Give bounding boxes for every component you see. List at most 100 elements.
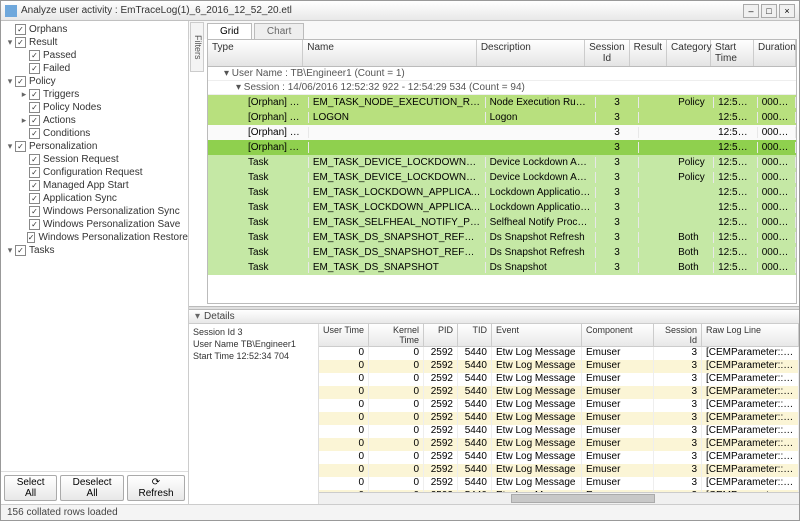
tree-node[interactable]: ▾✓Personalization [1,140,188,153]
dcol-raw[interactable]: Raw Log Line [702,324,799,346]
tree-node[interactable]: ✓Windows Personalization Restore [1,231,188,244]
grid-row[interactable]: TaskEM_TASK_SELFHEAL_NOTIFY_PROCESS_STOP… [208,215,796,230]
checkbox[interactable]: ✓ [29,167,40,178]
grid-row[interactable]: [Orphan] Policy Node312:52:34…000ms [208,125,796,140]
col-category[interactable]: Category [667,40,711,66]
details-row[interactable]: 0025925440Etw Log MessageEmuser3[CEMPara… [319,399,799,412]
grid-header[interactable]: Type Name Description Session Id Result … [208,40,796,67]
dcol-pid[interactable]: PID [424,324,458,346]
col-start-time[interactable]: Start Time [711,40,754,66]
tree-node[interactable]: ✓Passed [1,49,188,62]
dcol-user-time[interactable]: User Time [319,324,369,346]
expand-icon[interactable]: ▾ [5,141,15,152]
grid-row[interactable]: TaskEM_TASK_DS_SNAPSHOTDs Snapshot3Both1… [208,260,796,275]
checkbox[interactable]: ✓ [15,245,26,256]
grid-row[interactable]: [Orphan] Action312:52:34…000ms [208,140,796,155]
checkbox[interactable]: ✓ [29,219,40,230]
details-row[interactable]: 0025925440Etw Log MessageEmuser3[CEMPara… [319,360,799,373]
grid-body[interactable]: ▾ User Name : TB\Engineer1 (Count = 1)▾ … [208,67,796,303]
details-row[interactable]: 0025925440Etw Log MessageEmuser3[CEMPara… [319,425,799,438]
checkbox[interactable]: ✓ [15,24,26,35]
grid-row[interactable]: TaskEM_TASK_DEVICE_LOCKDOWN_APPLICATION_… [208,155,796,170]
collapse-icon[interactable]: ▾ [195,311,200,322]
tree-node[interactable]: ✓Configuration Request [1,166,188,179]
deselect-all-button[interactable]: Deselect All [60,475,124,501]
grid-row[interactable]: TaskEM_TASK_DS_SNAPSHOT_REFRESHDs Snapsh… [208,245,796,260]
details-row[interactable]: 0025925440Etw Log MessageEmuser3[CEMPara… [319,373,799,386]
expand-icon[interactable]: ▾ [5,76,15,87]
tree-node[interactable]: ✓Failed [1,62,188,75]
details-row[interactable]: 0025925440Etw Log MessageEmuser3[CEMPara… [319,477,799,490]
tree-node[interactable]: ✓Windows Personalization Sync [1,205,188,218]
tree-node[interactable]: ✓Windows Personalization Save [1,218,188,231]
expand-icon[interactable]: ▸ [19,115,29,126]
details-grid-header[interactable]: User Time Kernel Time PID TID Event Comp… [319,324,799,347]
details-row[interactable]: 0025925440Etw Log MessageEmuser3[CEMPara… [319,412,799,425]
col-session-id[interactable]: Session Id [585,40,630,66]
checkbox[interactable]: ✓ [29,193,40,204]
grid-row[interactable]: TaskEM_TASK_LOCKDOWN_APPLICATION_STARTLo… [208,200,796,215]
grid-row[interactable]: TaskEM_TASK_DEVICE_LOCKDOWN_APPLICATION_… [208,170,796,185]
grid-row[interactable]: TaskEM_TASK_LOCKDOWN_APPLICATION_STARTLo… [208,185,796,200]
checkbox[interactable]: ✓ [29,206,40,217]
dcol-event[interactable]: Event [492,324,582,346]
tree-node[interactable]: ✓Policy Nodes [1,101,188,114]
filters-flyout-tab[interactable]: Filters [190,22,204,72]
details-row[interactable]: 0025925440Etw Log MessageEmuser3[CEMPara… [319,451,799,464]
checkbox[interactable]: ✓ [29,89,40,100]
details-row[interactable]: 0025925440Etw Log MessageEmuser3[CEMPara… [319,438,799,451]
tab-grid[interactable]: Grid [207,23,252,39]
col-type[interactable]: Type [208,40,303,66]
checkbox[interactable]: ✓ [29,154,40,165]
tree-node[interactable]: ▸✓Actions [1,114,188,127]
details-row[interactable]: 0025925440Etw Log MessageEmuser3[CEMPara… [319,347,799,360]
checkbox[interactable]: ✓ [29,63,40,74]
tree-node[interactable]: ✓Application Sync [1,192,188,205]
col-name[interactable]: Name [303,40,477,66]
tree-node[interactable]: ▾✓Policy [1,75,188,88]
dcol-session-id[interactable]: Session Id [654,324,702,346]
select-all-button[interactable]: Select All [4,475,57,501]
grid-row[interactable]: TaskEM_TASK_DS_SNAPSHOT_REFRESHDs Snapsh… [208,230,796,245]
col-description[interactable]: Description [477,40,585,66]
tree-node[interactable]: ▸✓Triggers [1,88,188,101]
tree-node[interactable]: ✓Conditions [1,127,188,140]
tree-node[interactable]: ✓Session Request [1,153,188,166]
tree-node[interactable]: ▾✓Result [1,36,188,49]
checkbox[interactable]: ✓ [29,50,40,61]
group-row[interactable]: ▾ User Name : TB\Engineer1 (Count = 1) [208,67,796,81]
minimize-button[interactable]: – [743,4,759,18]
group-row[interactable]: ▾ Session : 14/06/2016 12:52:32 922 - 12… [208,81,796,95]
tree-node[interactable]: ✓Managed App Start [1,179,188,192]
details-row[interactable]: 0025925440Etw Log MessageEmuser3[CEMPara… [319,386,799,399]
expand-icon[interactable]: ▸ [19,89,29,100]
details-header[interactable]: ▾ Details [189,310,799,324]
checkbox[interactable]: ✓ [29,102,40,113]
refresh-button[interactable]: ⟳ Refresh [127,475,185,501]
expand-icon[interactable]: ▾ [5,245,15,256]
checkbox[interactable]: ✓ [29,115,40,126]
dcol-component[interactable]: Component [582,324,654,346]
details-grid-body[interactable]: 0025925440Etw Log MessageEmuser3[CEMPara… [319,347,799,492]
checkbox[interactable]: ✓ [15,141,26,152]
grid-row[interactable]: [Orphan] TriggerLOGONLogon312:52:34…000m… [208,110,796,125]
dcol-kernel-time[interactable]: Kernel Time [369,324,424,346]
grid-row[interactable]: [Orphan] TaskEM_TASK_NODE_EXECUTION_RUN_… [208,95,796,110]
col-result[interactable]: Result [630,40,667,66]
checkbox[interactable]: ✓ [15,76,26,87]
checkbox[interactable]: ✓ [29,180,40,191]
checkbox[interactable]: ✓ [15,37,26,48]
col-duration[interactable]: Duration [754,40,796,66]
tree-node[interactable]: ▾✓Tasks [1,244,188,257]
tab-chart[interactable]: Chart [254,23,304,39]
expand-icon[interactable]: ▾ [5,37,15,48]
checkbox[interactable]: ✓ [29,128,40,139]
maximize-button[interactable]: □ [761,4,777,18]
tree-node[interactable]: ✓Orphans [1,23,188,36]
close-button[interactable]: × [779,4,795,18]
details-h-scrollbar[interactable] [319,492,799,504]
checkbox[interactable]: ✓ [27,232,36,243]
dcol-tid[interactable]: TID [458,324,492,346]
filter-tree[interactable]: ✓Orphans▾✓Result ✓Passed ✓Failed▾✓Policy… [1,21,188,471]
scrollbar-thumb[interactable] [511,494,655,503]
